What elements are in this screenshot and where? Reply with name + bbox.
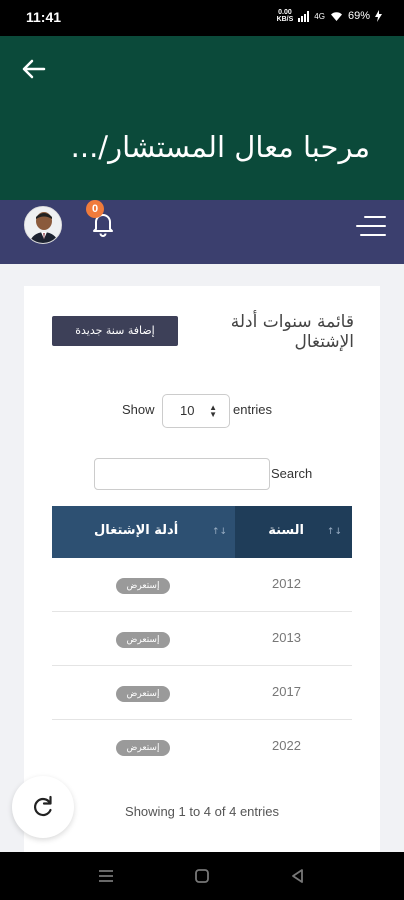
- search-input[interactable]: [94, 458, 270, 490]
- battery-percent: 69%: [347, 10, 370, 22]
- status-time: 11:41: [26, 9, 62, 25]
- network-speed: 0.00 KB/S: [276, 9, 294, 23]
- page-title: مرحبا معال المستشار/...: [70, 130, 370, 164]
- avatar[interactable]: [24, 206, 62, 244]
- show-label: Show: [122, 402, 155, 417]
- table-header: السنة ↑↓ أدلة الإشتغال ↑↓: [52, 506, 352, 558]
- back-arrow-icon[interactable]: [18, 54, 48, 84]
- signal-icon: [298, 10, 310, 22]
- table-row: 2012 إستعرض: [52, 558, 352, 612]
- column-guides[interactable]: أدلة الإشتغال ↑↓: [52, 506, 235, 558]
- view-button[interactable]: إستعرض: [116, 632, 170, 648]
- recent-apps-icon[interactable]: [96, 866, 116, 886]
- network-type: 4G: [314, 11, 325, 21]
- row-year: 2012: [272, 576, 301, 591]
- card-title: قائمة سنوات أدلة الإشتغال: [230, 312, 354, 352]
- years-card: قائمة سنوات أدلة الإشتغال إضافة سنة جديد…: [24, 286, 380, 852]
- refresh-icon: [34, 795, 52, 817]
- hamburger-menu-icon[interactable]: [356, 214, 386, 238]
- view-button[interactable]: إستعرض: [116, 686, 170, 702]
- column-year-label: السنة: [268, 523, 304, 538]
- app-header: مرحبا معال المستشار/...: [0, 36, 404, 200]
- entries-select-value: 10: [180, 403, 195, 418]
- main-content: قائمة سنوات أدلة الإشتغال إضافة سنة جديد…: [0, 264, 404, 852]
- row-year: 2013: [272, 630, 301, 645]
- home-icon[interactable]: [192, 866, 212, 886]
- row-year: 2022: [272, 738, 301, 753]
- search-label: Search: [271, 466, 313, 481]
- view-button[interactable]: إستعرض: [116, 740, 170, 756]
- column-year[interactable]: السنة ↑↓: [235, 506, 352, 558]
- table-row: 2013 إستعرض: [52, 612, 352, 666]
- column-guides-label: أدلة الإشتغال: [94, 523, 179, 538]
- charging-icon: [375, 10, 382, 22]
- add-year-button[interactable]: إضافة سنة جديدة: [52, 316, 178, 346]
- select-caret-icon: ▲ ▼: [209, 403, 217, 419]
- table-info: Showing 1 to 4 of 4 entries: [125, 804, 279, 819]
- notification-badge: 0: [86, 200, 104, 218]
- wifi-icon: [330, 11, 342, 21]
- table-row: 2017 إستعرض: [52, 666, 352, 720]
- entries-label: entries: [233, 402, 273, 417]
- view-button[interactable]: إستعرض: [116, 578, 170, 594]
- row-year: 2017: [272, 684, 301, 699]
- top-navigation: 0: [0, 200, 404, 264]
- back-nav-icon[interactable]: [288, 866, 308, 886]
- sort-icon: ↑↓: [326, 527, 342, 537]
- status-icons: 0.00 KB/S 4G 69%: [277, 9, 382, 23]
- status-bar: 11:41 0.00 KB/S 4G 69%: [0, 0, 404, 36]
- refresh-button[interactable]: [12, 776, 74, 838]
- sort-icon: ↑↓: [212, 527, 228, 537]
- system-navigation-bar: [0, 852, 404, 900]
- entries-select[interactable]: 10 ▲ ▼: [162, 394, 230, 428]
- table-row: 2022 إستعرض: [52, 720, 352, 774]
